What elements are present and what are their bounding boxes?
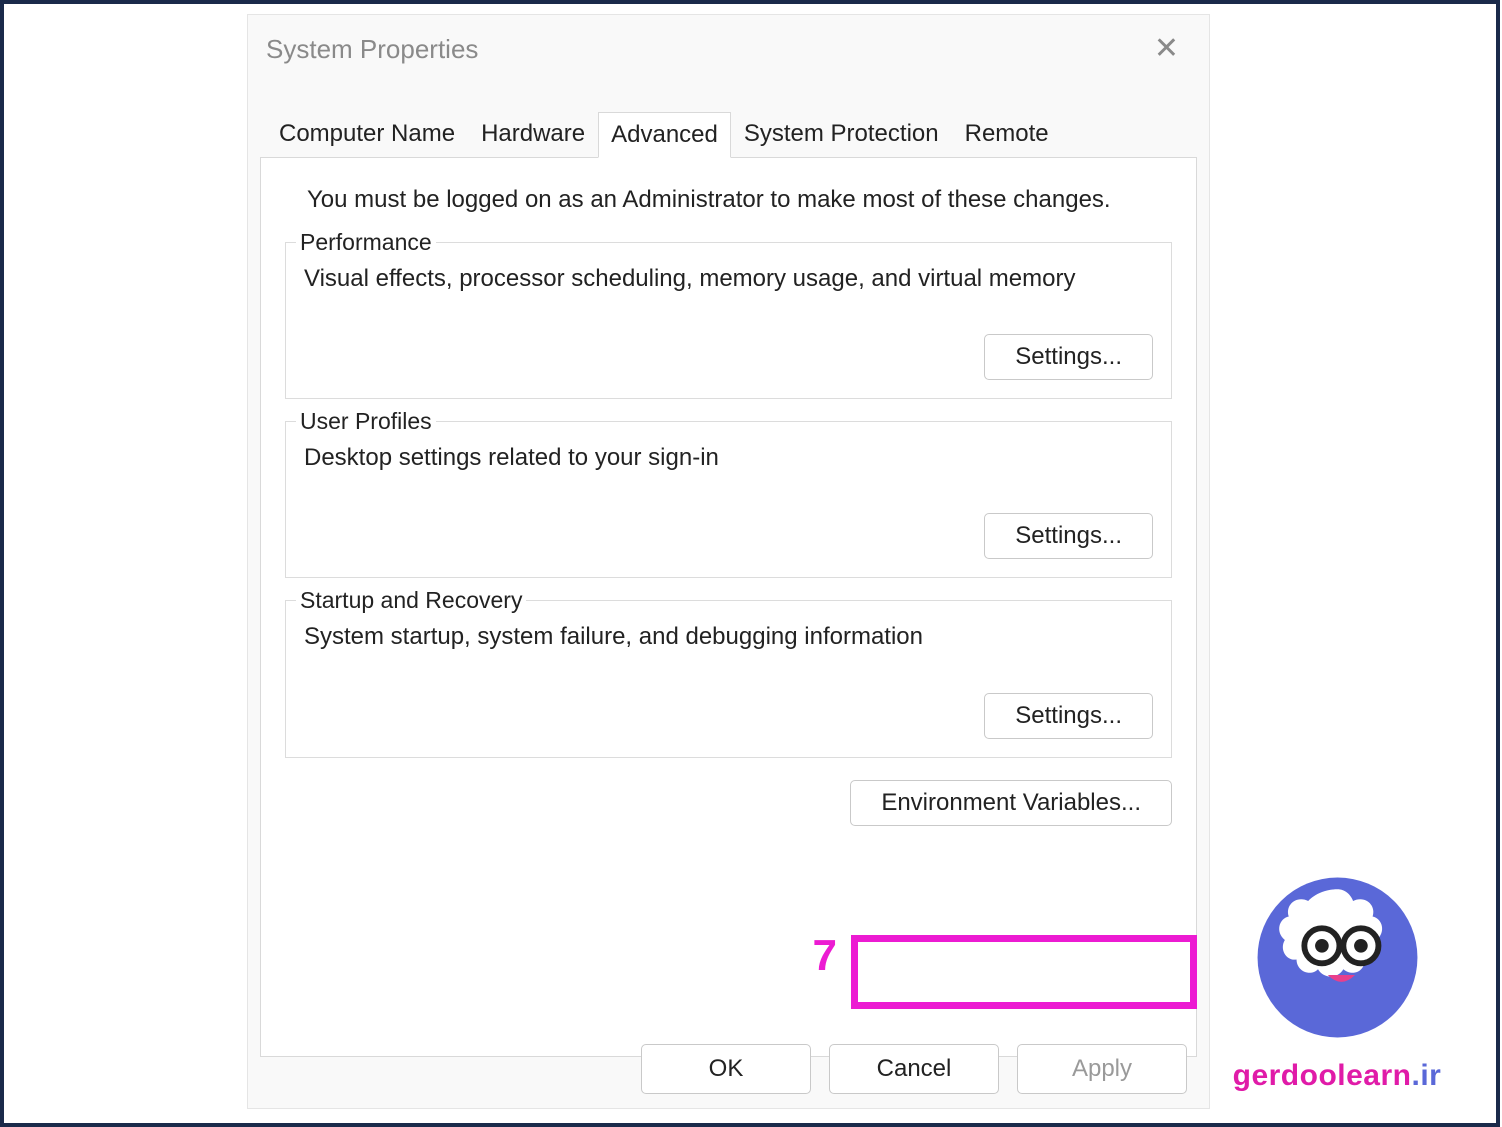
tab-hardware[interactable]: Hardware — [468, 111, 598, 157]
tab-remote[interactable]: Remote — [952, 111, 1062, 157]
group-user-profiles-desc: Desktop settings related to your sign-in — [304, 442, 1153, 473]
titlebar: System Properties ✕ — [248, 15, 1209, 83]
env-row: Environment Variables... — [285, 780, 1172, 826]
dialog-title: System Properties — [266, 34, 478, 65]
group-startup-legend: Startup and Recovery — [296, 587, 526, 614]
tab-panel-advanced: You must be logged on as an Administrato… — [260, 157, 1197, 1057]
tab-system-protection[interactable]: System Protection — [731, 111, 952, 157]
watermark: gerdoolearn.ir — [1212, 860, 1462, 1093]
user-profiles-settings-button[interactable]: Settings... — [984, 513, 1153, 559]
tab-strip: Computer Name Hardware Advanced System P… — [260, 111, 1197, 157]
ok-button[interactable]: OK — [641, 1044, 811, 1094]
startup-settings-button[interactable]: Settings... — [984, 693, 1153, 739]
tab-computer-name[interactable]: Computer Name — [266, 111, 468, 157]
page-frame: System Properties ✕ Computer Name Hardwa… — [0, 0, 1500, 1127]
watermark-text: gerdoolearn.ir — [1212, 1059, 1462, 1093]
group-startup-desc: System startup, system failure, and debu… — [304, 621, 1153, 652]
system-properties-dialog: System Properties ✕ Computer Name Hardwa… — [247, 14, 1210, 1109]
apply-button[interactable]: Apply — [1017, 1044, 1187, 1094]
tab-area: Computer Name Hardware Advanced System P… — [260, 111, 1197, 1057]
watermark-brand: gerdoolearn — [1233, 1059, 1412, 1092]
cancel-button[interactable]: Cancel — [829, 1044, 999, 1094]
gerdoolearn-logo-icon — [1240, 860, 1435, 1055]
environment-variables-button[interactable]: Environment Variables... — [850, 780, 1172, 826]
group-startup-recovery: Startup and Recovery System startup, sys… — [285, 600, 1172, 757]
group-performance: Performance Visual effects, processor sc… — [285, 242, 1172, 399]
group-performance-desc: Visual effects, processor scheduling, me… — [304, 263, 1153, 294]
group-user-profiles-legend: User Profiles — [296, 408, 436, 435]
group-user-profiles: User Profiles Desktop settings related t… — [285, 421, 1172, 578]
tab-advanced[interactable]: Advanced — [598, 112, 731, 158]
watermark-tld: ir — [1420, 1059, 1441, 1092]
performance-settings-button[interactable]: Settings... — [984, 334, 1153, 380]
annotation-number: 7 — [813, 931, 837, 981]
admin-note: You must be logged on as an Administrato… — [307, 186, 1172, 214]
group-performance-legend: Performance — [296, 229, 436, 256]
close-icon[interactable]: ✕ — [1144, 30, 1189, 68]
dialog-button-row: OK Cancel Apply — [641, 1044, 1187, 1094]
